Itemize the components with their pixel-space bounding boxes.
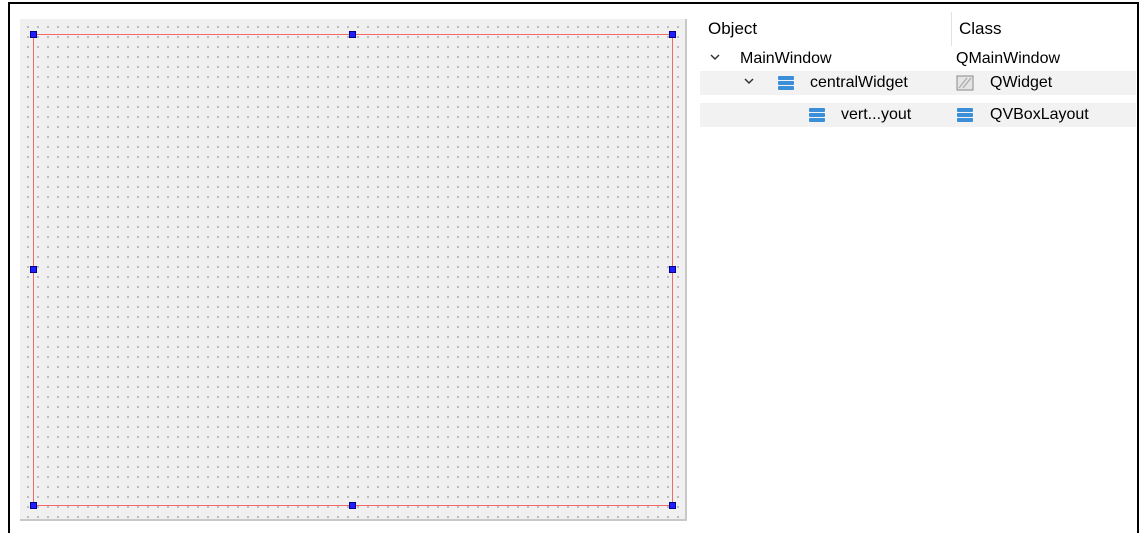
resize-handle-bottom-right[interactable] xyxy=(669,502,676,509)
layout-icon xyxy=(778,76,794,90)
tree-class-name: QWidget xyxy=(990,74,1053,91)
column-header-object[interactable]: Object xyxy=(700,12,951,46)
resize-handle-middle-right[interactable] xyxy=(669,266,676,273)
resize-handle-middle-left[interactable] xyxy=(30,266,37,273)
tree-row-verticallayout[interactable]: vert...yout QVBoxLayout xyxy=(700,103,1136,127)
object-inspector: Object Class MainWindow QMainWindow cent… xyxy=(700,12,1136,527)
layout-icon xyxy=(957,108,973,122)
resize-handle-top-center[interactable] xyxy=(349,31,356,38)
tree-row-mainwindow[interactable]: MainWindow QMainWindow xyxy=(700,47,1136,71)
resize-handle-bottom-center[interactable] xyxy=(349,502,356,509)
resize-handle-top-left[interactable] xyxy=(30,31,37,38)
layout-icon xyxy=(809,108,825,122)
chevron-down-icon[interactable] xyxy=(744,76,754,86)
resize-handle-bottom-left[interactable] xyxy=(30,502,37,509)
tree-row-centralwidget[interactable]: centralWidget QWidget xyxy=(700,71,1136,95)
tree-object-name: vert...yout xyxy=(841,106,912,123)
vertical-layout-outline[interactable] xyxy=(33,34,673,506)
tree-class-name: QVBoxLayout xyxy=(990,106,1089,123)
widget-icon xyxy=(956,75,974,91)
tree-class-name: QMainWindow xyxy=(956,50,1061,67)
chevron-down-icon[interactable] xyxy=(710,52,720,62)
tree-object-name: centralWidget xyxy=(810,74,908,91)
resize-handle-top-right[interactable] xyxy=(669,31,676,38)
tree-object-name: MainWindow xyxy=(740,50,832,67)
column-header-class[interactable]: Class xyxy=(951,12,1136,46)
